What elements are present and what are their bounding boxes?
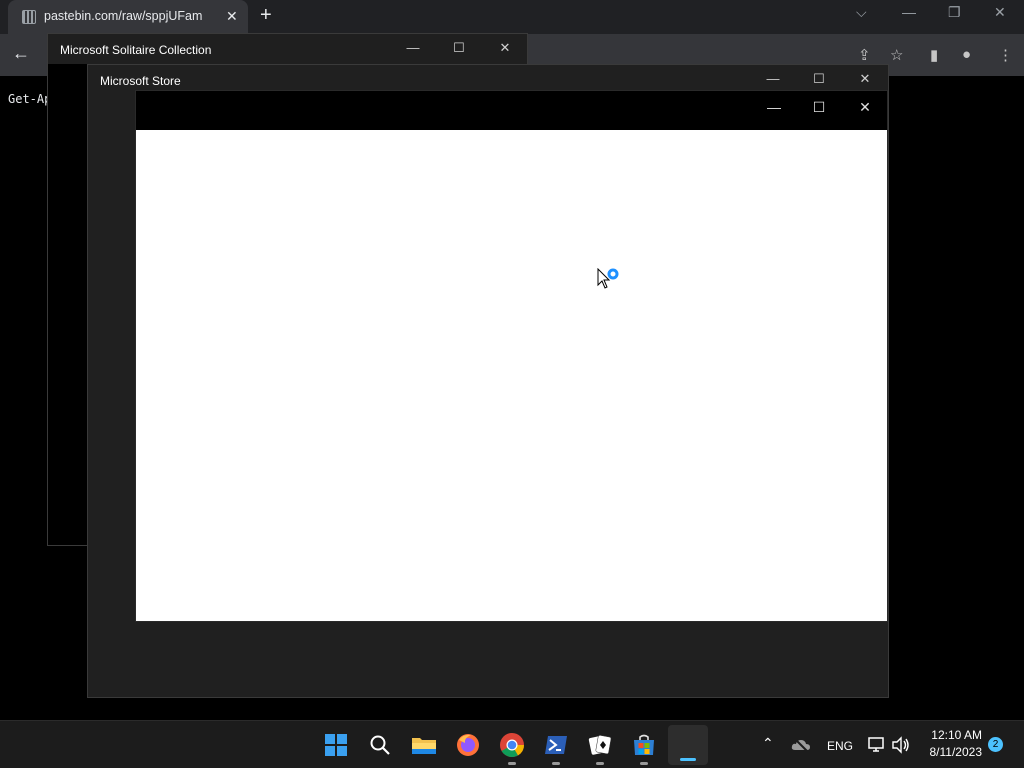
search-icon	[370, 735, 390, 755]
new-tab-icon[interactable]: +	[260, 4, 272, 27]
page-text: Get-Ap	[8, 92, 52, 106]
notification-badge[interactable]: 2	[988, 737, 1003, 752]
tab-title: pastebin.com/raw/sppjUFam	[44, 9, 203, 23]
store-icon	[634, 734, 654, 755]
clock-date[interactable]: 8/11/2023	[918, 745, 983, 759]
solitaire-button[interactable]	[584, 729, 616, 765]
loading-window-titlebar[interactable]: — ☐ ✕	[136, 91, 887, 130]
chrome-icon	[500, 733, 524, 758]
close-tab-icon[interactable]: ✕	[226, 8, 238, 25]
browser-tabstrip: pastebin.com/raw/sppjUFam ✕ + ⌵ — ❐ ✕	[0, 0, 1024, 34]
solitaire-close-icon[interactable]: ✕	[495, 40, 515, 56]
solitaire-titlebar[interactable]: Microsoft Solitaire Collection — ☐ ✕	[48, 34, 527, 64]
bookmark-star-icon[interactable]: ☆	[890, 46, 903, 64]
file-explorer-button[interactable]	[408, 729, 440, 761]
store-minimize-icon[interactable]: —	[763, 71, 783, 86]
chrome-button[interactable]	[496, 729, 528, 765]
menu-kebab-icon[interactable]: ⋮	[998, 46, 1013, 64]
browser-restore-icon[interactable]: ❐	[948, 4, 961, 21]
running-indicator	[552, 762, 560, 765]
start-button[interactable]	[320, 729, 352, 761]
onedrive-offline-icon[interactable]	[791, 737, 811, 753]
pastebin-favicon-icon	[22, 10, 36, 24]
loading-close-icon[interactable]: ✕	[855, 99, 875, 116]
side-panel-icon[interactable]: ▮	[930, 46, 938, 64]
windows-logo-icon	[325, 734, 347, 756]
solitaire-minimize-icon[interactable]: —	[403, 40, 423, 55]
active-indicator	[680, 758, 696, 761]
powershell-button[interactable]	[540, 729, 572, 765]
taskbar-search-button[interactable]	[364, 729, 396, 761]
solitaire-window-title: Microsoft Solitaire Collection	[60, 43, 212, 57]
powershell-icon	[545, 736, 567, 754]
volume-icon[interactable]	[891, 736, 911, 754]
tab-search-icon[interactable]: ⌵	[856, 4, 867, 21]
folder-icon	[412, 738, 436, 754]
browser-close-icon[interactable]: ✕	[994, 4, 1006, 21]
clock-time[interactable]: 12:10 AM	[924, 728, 982, 742]
back-arrow-icon[interactable]: ←	[12, 43, 30, 64]
store-window-title: Microsoft Store	[100, 74, 181, 88]
browser-tab[interactable]: pastebin.com/raw/sppjUFam ✕	[8, 0, 248, 34]
solitaire-maximize-icon[interactable]: ☐	[449, 40, 469, 56]
busy-cursor-icon	[597, 268, 619, 289]
show-hidden-icons-chevron-icon[interactable]: ⌃	[762, 735, 774, 752]
browser-minimize-icon[interactable]: —	[902, 4, 916, 20]
firefox-button[interactable]	[452, 729, 484, 761]
solitaire-icon	[588, 735, 612, 755]
running-indicator	[596, 762, 604, 765]
running-indicator	[508, 762, 516, 765]
language-indicator[interactable]: ENG	[827, 739, 853, 753]
loading-minimize-icon[interactable]: —	[764, 99, 784, 115]
store-maximize-icon[interactable]: ☐	[809, 71, 829, 87]
taskbar: ⌃ ENG 12:10 AM 8/11/2023 2	[0, 720, 1024, 768]
network-icon[interactable]	[867, 736, 887, 754]
share-icon[interactable]: ⇪	[858, 46, 871, 64]
profile-icon[interactable]: ●	[962, 46, 971, 63]
loading-maximize-icon[interactable]: ☐	[809, 99, 829, 116]
store-close-icon[interactable]: ✕	[855, 71, 875, 87]
firefox-icon	[457, 734, 479, 756]
active-app-button[interactable]	[668, 725, 708, 765]
loading-window: — ☐ ✕	[135, 90, 888, 622]
running-indicator	[640, 762, 648, 765]
store-button[interactable]	[628, 729, 660, 765]
